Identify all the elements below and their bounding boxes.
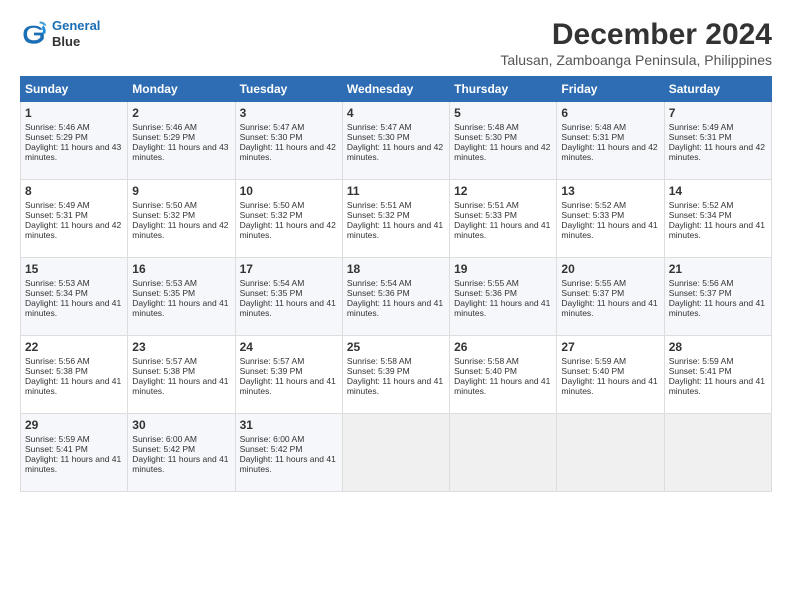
day-number: 11 [347,184,445,198]
calendar-cell [557,414,664,492]
calendar-cell: 2Sunrise: 5:46 AMSunset: 5:29 PMDaylight… [128,102,235,180]
calendar-cell: 30Sunrise: 6:00 AMSunset: 5:42 PMDayligh… [128,414,235,492]
calendar-cell: 16Sunrise: 5:53 AMSunset: 5:35 PMDayligh… [128,258,235,336]
calendar-cell: 4Sunrise: 5:47 AMSunset: 5:30 PMDaylight… [342,102,449,180]
calendar-cell: 7Sunrise: 5:49 AMSunset: 5:31 PMDaylight… [664,102,771,180]
calendar-cell: 1Sunrise: 5:46 AMSunset: 5:29 PMDaylight… [21,102,128,180]
day-number: 27 [561,340,659,354]
calendar-cell: 23Sunrise: 5:57 AMSunset: 5:38 PMDayligh… [128,336,235,414]
calendar-cell: 12Sunrise: 5:51 AMSunset: 5:33 PMDayligh… [450,180,557,258]
calendar-cell: 18Sunrise: 5:54 AMSunset: 5:36 PMDayligh… [342,258,449,336]
header-monday: Monday [128,77,235,102]
calendar-cell: 20Sunrise: 5:55 AMSunset: 5:37 PMDayligh… [557,258,664,336]
day-number: 5 [454,106,552,120]
week-row-3: 15Sunrise: 5:53 AMSunset: 5:34 PMDayligh… [21,258,772,336]
day-number: 24 [240,340,338,354]
calendar-cell: 3Sunrise: 5:47 AMSunset: 5:30 PMDaylight… [235,102,342,180]
logo-text: General Blue [52,18,100,49]
week-row-5: 29Sunrise: 5:59 AMSunset: 5:41 PMDayligh… [21,414,772,492]
day-number: 4 [347,106,445,120]
day-number: 7 [669,106,767,120]
subtitle: Talusan, Zamboanga Peninsula, Philippine… [500,52,772,68]
calendar-cell: 21Sunrise: 5:56 AMSunset: 5:37 PMDayligh… [664,258,771,336]
day-number: 14 [669,184,767,198]
day-number: 17 [240,262,338,276]
day-number: 26 [454,340,552,354]
calendar-cell: 26Sunrise: 5:58 AMSunset: 5:40 PMDayligh… [450,336,557,414]
calendar-cell: 8Sunrise: 5:49 AMSunset: 5:31 PMDaylight… [21,180,128,258]
day-number: 8 [25,184,123,198]
day-number: 20 [561,262,659,276]
calendar-cell: 10Sunrise: 5:50 AMSunset: 5:32 PMDayligh… [235,180,342,258]
calendar-cell: 31Sunrise: 6:00 AMSunset: 5:42 PMDayligh… [235,414,342,492]
week-row-2: 8Sunrise: 5:49 AMSunset: 5:31 PMDaylight… [21,180,772,258]
main-title: December 2024 [500,18,772,52]
calendar-cell: 9Sunrise: 5:50 AMSunset: 5:32 PMDaylight… [128,180,235,258]
calendar-cell [664,414,771,492]
page: General Blue December 2024 Talusan, Zamb… [0,0,792,502]
day-number: 16 [132,262,230,276]
day-number: 31 [240,418,338,432]
title-block: December 2024 Talusan, Zamboanga Peninsu… [500,18,772,68]
calendar-cell: 29Sunrise: 5:59 AMSunset: 5:41 PMDayligh… [21,414,128,492]
day-number: 22 [25,340,123,354]
day-number: 18 [347,262,445,276]
day-number: 29 [25,418,123,432]
day-number: 21 [669,262,767,276]
calendar-cell: 22Sunrise: 5:56 AMSunset: 5:38 PMDayligh… [21,336,128,414]
header-thursday: Thursday [450,77,557,102]
calendar-header: Sunday Monday Tuesday Wednesday Thursday… [21,77,772,102]
calendar-cell [450,414,557,492]
logo-icon [20,20,48,48]
calendar-cell: 11Sunrise: 5:51 AMSunset: 5:32 PMDayligh… [342,180,449,258]
calendar-cell: 14Sunrise: 5:52 AMSunset: 5:34 PMDayligh… [664,180,771,258]
calendar-body: 1Sunrise: 5:46 AMSunset: 5:29 PMDaylight… [21,102,772,492]
day-number: 6 [561,106,659,120]
logo: General Blue [20,18,100,49]
week-row-4: 22Sunrise: 5:56 AMSunset: 5:38 PMDayligh… [21,336,772,414]
header-sunday: Sunday [21,77,128,102]
day-number: 28 [669,340,767,354]
day-number: 9 [132,184,230,198]
calendar-cell: 5Sunrise: 5:48 AMSunset: 5:30 PMDaylight… [450,102,557,180]
day-number: 23 [132,340,230,354]
header-wednesday: Wednesday [342,77,449,102]
header-friday: Friday [557,77,664,102]
week-row-1: 1Sunrise: 5:46 AMSunset: 5:29 PMDaylight… [21,102,772,180]
calendar-cell: 15Sunrise: 5:53 AMSunset: 5:34 PMDayligh… [21,258,128,336]
day-number: 25 [347,340,445,354]
day-number: 3 [240,106,338,120]
header-row: Sunday Monday Tuesday Wednesday Thursday… [21,77,772,102]
day-number: 1 [25,106,123,120]
calendar-cell: 28Sunrise: 5:59 AMSunset: 5:41 PMDayligh… [664,336,771,414]
day-number: 30 [132,418,230,432]
day-number: 15 [25,262,123,276]
day-number: 13 [561,184,659,198]
header-tuesday: Tuesday [235,77,342,102]
calendar-cell: 19Sunrise: 5:55 AMSunset: 5:36 PMDayligh… [450,258,557,336]
header-saturday: Saturday [664,77,771,102]
calendar-cell: 17Sunrise: 5:54 AMSunset: 5:35 PMDayligh… [235,258,342,336]
calendar-cell: 13Sunrise: 5:52 AMSunset: 5:33 PMDayligh… [557,180,664,258]
day-number: 12 [454,184,552,198]
calendar-cell [342,414,449,492]
calendar-cell: 27Sunrise: 5:59 AMSunset: 5:40 PMDayligh… [557,336,664,414]
calendar-cell: 25Sunrise: 5:58 AMSunset: 5:39 PMDayligh… [342,336,449,414]
calendar-cell: 24Sunrise: 5:57 AMSunset: 5:39 PMDayligh… [235,336,342,414]
calendar-table: Sunday Monday Tuesday Wednesday Thursday… [20,76,772,492]
calendar-cell: 6Sunrise: 5:48 AMSunset: 5:31 PMDaylight… [557,102,664,180]
header: General Blue December 2024 Talusan, Zamb… [20,18,772,68]
day-number: 19 [454,262,552,276]
day-number: 2 [132,106,230,120]
day-number: 10 [240,184,338,198]
